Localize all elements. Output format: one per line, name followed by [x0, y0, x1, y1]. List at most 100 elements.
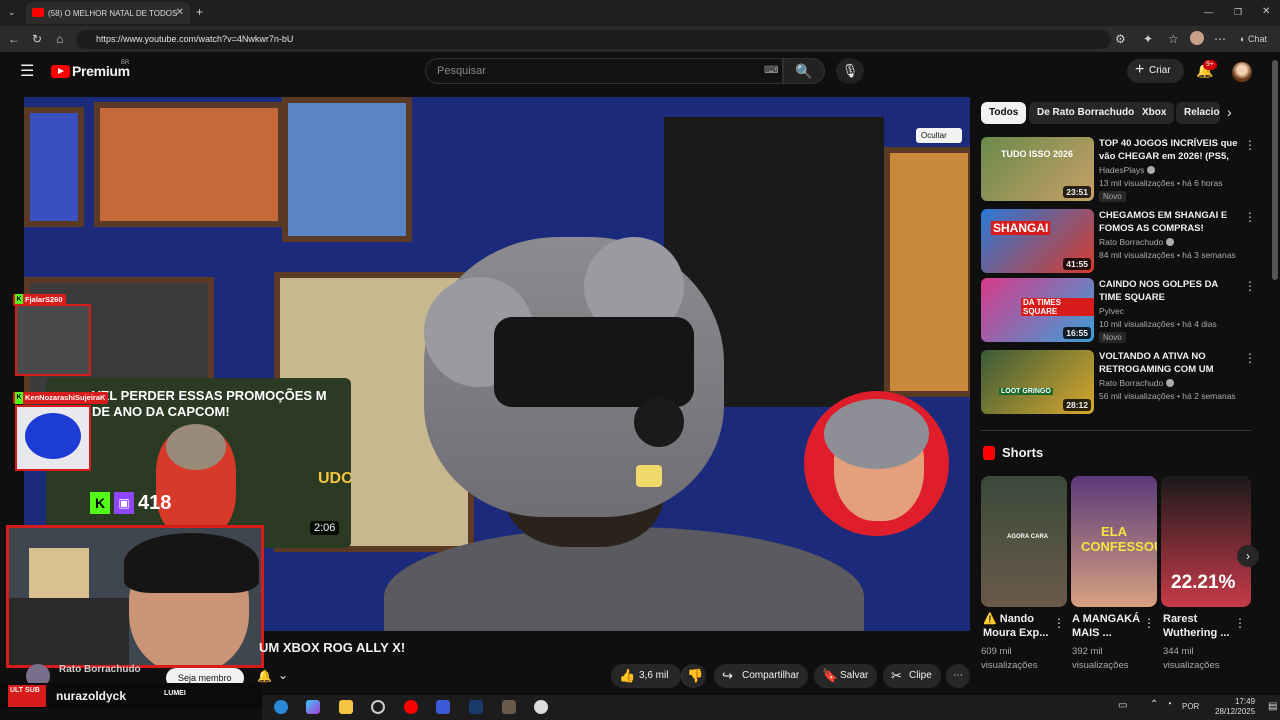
profile-icon[interactable]: [1190, 31, 1204, 45]
list-item[interactable]: TUDO ISSO 2026 23:51 TOP 40 JOGOS INCRÍV…: [981, 137, 1256, 202]
folder-icon[interactable]: [339, 700, 353, 714]
copilot-icon[interactable]: [306, 700, 320, 714]
short-thumbnail[interactable]: AGORA CARA: [981, 476, 1067, 607]
youtube-header: ☰ Premium BR Pesquisar ⌨ 🔍 🎙 Criar 🔔 9+: [0, 52, 1280, 92]
chip-channel[interactable]: De Rato Borrachudo: [1029, 102, 1143, 124]
app-icon[interactable]: [502, 700, 516, 714]
clock[interactable]: 17:49 28/12/2025: [1215, 697, 1255, 717]
keyboard-icon[interactable]: ⌨: [764, 59, 778, 83]
extensions-icon[interactable]: ⚙: [1115, 30, 1126, 48]
chip-label: Relacio: [1184, 107, 1220, 118]
reload-icon[interactable]: ↻: [32, 30, 42, 48]
github-icon[interactable]: [371, 700, 385, 714]
minimize-icon[interactable]: —: [1204, 3, 1213, 21]
chip-label: De Rato Borrachudo: [1037, 107, 1135, 118]
kebab-menu-icon[interactable]: ⋮: [1234, 616, 1246, 630]
list-item[interactable]: DA TIMES SQUARE 16:55 CAINDO NOS GOLPES …: [981, 278, 1256, 343]
wall-poster: [282, 97, 412, 242]
search-icon: 🔍: [795, 63, 813, 79]
search-input[interactable]: Pesquisar ⌨: [425, 58, 783, 84]
clock-time: 17:49: [1235, 697, 1256, 706]
channel-name: HadesPlays: [1099, 165, 1156, 175]
dislike-icon: 👎: [687, 668, 704, 683]
kebab-menu-icon[interactable]: ⋮: [1053, 616, 1065, 630]
kebab-menu-icon[interactable]: ⋮: [1244, 138, 1256, 152]
streamer-logo-text: ULT SUB: [10, 687, 40, 694]
kick-viewer-name: KenNozarashiSujeiraK: [13, 392, 109, 404]
list-item[interactable]: LOOT GRINGO 28:12 VOLTANDO A ATIVA NO RE…: [981, 350, 1256, 414]
voice-search-button[interactable]: 🎙: [836, 58, 864, 84]
rat-nose: [634, 397, 684, 447]
short-thumbnail[interactable]: 22.21%: [1161, 476, 1251, 607]
short-thumbnail[interactable]: ELA CONFESSOU?: [1071, 476, 1157, 607]
clock-date: 28/12/2025: [1215, 707, 1256, 716]
verified-icon: [1166, 238, 1175, 246]
hide-button[interactable]: Ocultar: [916, 128, 962, 143]
short-title[interactable]: ⚠️ Nando Moura Exp...: [983, 612, 1053, 640]
video-duration: 16:55: [1063, 327, 1091, 339]
chevron-right-icon[interactable]: ›: [1227, 104, 1232, 120]
youtube-app-icon[interactable]: [404, 700, 418, 714]
favorites-icon[interactable]: ☆: [1168, 30, 1179, 48]
wall-poster: [24, 107, 84, 227]
create-button[interactable]: Criar: [1127, 58, 1184, 83]
verified-icon: [1147, 166, 1156, 174]
more-actions-button[interactable]: ⋯: [946, 664, 970, 688]
like-button[interactable]: 👍 3,6 mil: [611, 664, 681, 688]
home-icon[interactable]: ⌂: [56, 30, 63, 48]
steam-icon[interactable]: [469, 700, 483, 714]
language-indicator[interactable]: POR: [1182, 702, 1199, 711]
browser-tab[interactable]: (58) O MELHOR NATAL DE TODOS ✕: [26, 2, 190, 24]
tab-close-icon[interactable]: ✕: [176, 7, 184, 18]
video-thumbnail: SHANGAI 41:55: [981, 209, 1094, 273]
chevron-right-icon[interactable]: ›: [1237, 545, 1259, 567]
short-title[interactable]: A MANGAKÁ MAIS ...: [1072, 612, 1142, 640]
channel-name[interactable]: Rato Borrachudo: [59, 664, 141, 675]
webcam-chair: [9, 598, 129, 665]
chip-xbox[interactable]: Xbox: [1134, 102, 1175, 124]
search-button[interactable]: 🔍: [783, 58, 825, 84]
kebab-menu-icon[interactable]: ⋮: [1244, 279, 1256, 293]
network-icon[interactable]: ◔: [1166, 699, 1172, 710]
copilot-chat-button[interactable]: ◐ Chat: [1240, 30, 1267, 48]
kebab-menu-icon[interactable]: ⋮: [1143, 616, 1155, 630]
channel-name: Pylvec: [1099, 306, 1125, 316]
youtube-logo-icon[interactable]: [51, 65, 70, 78]
notification-center-icon[interactable]: ▤: [1268, 701, 1277, 712]
chevron-down-icon[interactable]: ⌄: [278, 668, 288, 682]
short-title[interactable]: Rarest Wuthering ...: [1163, 612, 1233, 640]
clip-button[interactable]: ✂ Clipe: [883, 664, 941, 688]
window-close-icon[interactable]: ✕: [1262, 3, 1270, 21]
edge-icon[interactable]: [274, 700, 288, 714]
subscription-bell-icon[interactable]: 🔔: [257, 669, 272, 683]
scrollbar[interactable]: [1272, 60, 1278, 280]
short-thumb-text: ELA CONFESSOU?: [1081, 524, 1157, 554]
new-tab-button[interactable]: +: [196, 3, 203, 21]
viewer-count: 418: [138, 491, 172, 514]
chevron-up-icon[interactable]: ⌃: [1150, 699, 1158, 710]
address-bar[interactable]: https://www.youtube.com/watch?v=4Nwkwr7n…: [76, 30, 1111, 49]
streamer-bar: ULT SUB nurazoldyck LUMEI: [0, 683, 262, 709]
share-button[interactable]: ↪ Compartilhar: [714, 664, 808, 688]
avatar[interactable]: [1232, 62, 1252, 82]
discord-icon[interactable]: [534, 700, 548, 714]
new-badge: Novo: [1099, 332, 1126, 343]
kebab-menu-icon[interactable]: ⋮: [1244, 210, 1256, 224]
tab-list-chevron-icon[interactable]: ⌄: [8, 3, 16, 21]
channel-avatar-overlay: [804, 391, 949, 536]
puzzle-icon[interactable]: ✦: [1143, 30, 1153, 48]
app-icon[interactable]: [436, 700, 450, 714]
save-button[interactable]: 🔖 Salvar: [814, 664, 877, 688]
back-icon[interactable]: ←: [8, 30, 20, 48]
video-meta: 10 mil visualizações • há 4 dias: [1099, 319, 1217, 329]
list-item[interactable]: SHANGAI 41:55 CHEGAMOS EM SHANGAI E FOMO…: [981, 209, 1256, 273]
chip-related[interactable]: Relacio: [1176, 102, 1220, 124]
maximize-icon[interactable]: ❐: [1234, 3, 1242, 21]
dislike-button[interactable]: 👎: [681, 664, 706, 688]
chip-todos[interactable]: Todos: [981, 102, 1027, 124]
kebab-menu-icon[interactable]: ⋮: [1244, 351, 1256, 365]
more-menu-icon[interactable]: ⋯: [1214, 30, 1226, 48]
keyboard-tray-icon[interactable]: ▭: [1118, 700, 1127, 711]
viewer-name: FjalarS260: [25, 295, 63, 304]
menu-icon[interactable]: ☰: [20, 61, 34, 81]
